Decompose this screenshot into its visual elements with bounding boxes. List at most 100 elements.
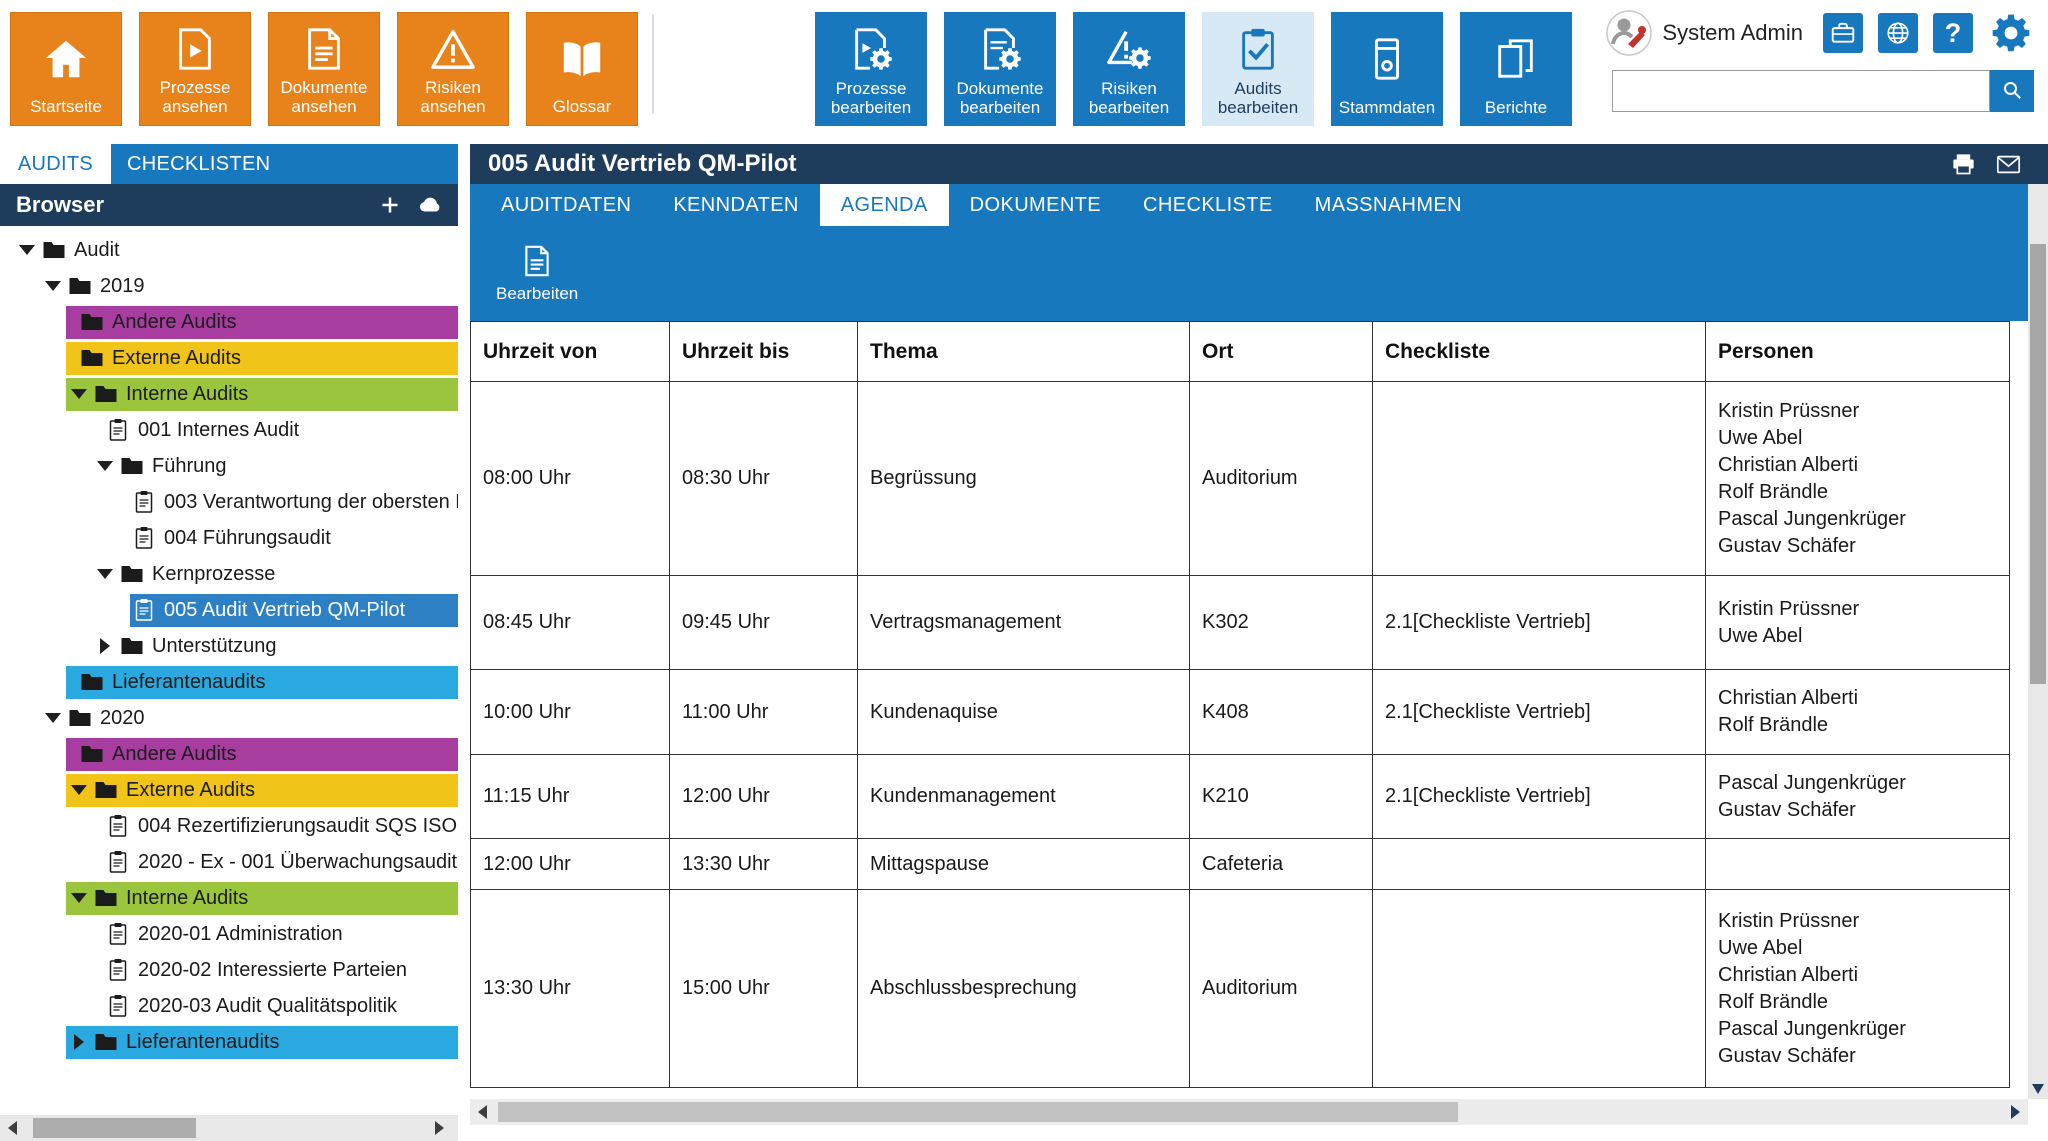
search-button[interactable] [1990,70,2034,112]
prozesse-bearbeiten-button[interactable]: Prozesse bearbeiten [815,12,927,126]
stammdaten-button[interactable]: Stammdaten [1331,12,1443,126]
tree-item-label: Externe Audits [126,779,255,802]
tree-item-label: 2020 [100,707,145,730]
person-name: Gustav Schäfer [1718,1043,1997,1070]
folder-icon [120,562,144,586]
expander-icon[interactable] [66,893,92,903]
tab-auditdaten[interactable]: AUDITDATEN [480,184,652,226]
tree-item[interactable]: Führung [0,448,458,484]
scroll-left-arrow[interactable] [8,1121,17,1135]
folder-icon [80,310,104,334]
expander-icon[interactable] [40,281,66,291]
tree-item[interactable]: 001 Internes Audit [0,412,458,448]
agenda-table: Uhrzeit vonUhrzeit bisThemaOrtCheckliste… [470,321,2010,1088]
tree-item[interactable]: 2020-01 Administration [0,916,458,952]
sidebar-hscrollbar[interactable] [0,1115,458,1141]
main-vscrollbar[interactable] [2028,184,2048,1099]
agenda-row[interactable]: 08:00 Uhr08:30 UhrBegrüssungAuditoriumKr… [471,382,2010,576]
agenda-row[interactable]: 10:00 Uhr11:00 UhrKundenaquiseK4082.1[Ch… [471,670,2010,755]
expander-icon[interactable] [14,245,40,255]
tree-item[interactable]: 005 Audit Vertrieb QM-Pilot [0,592,458,628]
tab-audits[interactable]: AUDITS [0,144,111,184]
person-name: Uwe Abel [1718,425,1997,452]
agenda-row[interactable]: 12:00 Uhr13:30 UhrMittagspauseCafeteria [471,839,2010,890]
tab-dokumente[interactable]: DOKUMENTE [949,184,1122,226]
person-name: Rolf Brändle [1718,712,1997,739]
folder-icon [94,1030,118,1054]
tree-item[interactable]: 004 Führungsaudit [0,520,458,556]
expander-icon[interactable] [92,461,118,471]
tree-item[interactable]: 2020-02 Interessierte Parteien [0,952,458,988]
person-name: Pascal Jungenkrüger [1718,1016,1997,1043]
tree-item-label: 003 Verantwortung der obersten L [164,491,458,514]
expander-icon[interactable] [92,638,118,654]
dokumente-bearbeiten-button[interactable]: Dokumente bearbeiten [944,12,1056,126]
tab-agenda[interactable]: AGENDA [820,184,949,226]
expander-icon[interactable] [40,713,66,723]
glossar-button[interactable]: Glossar [526,12,638,126]
main-hscrollbar[interactable] [470,1099,2028,1125]
tree-item[interactable]: Interne Audits [0,880,458,916]
tree-item-label: Lieferantenaudits [126,1031,279,1054]
globe-button[interactable] [1878,13,1918,53]
tree-item[interactable]: Andere Audits [0,304,458,340]
risiken-ansehen-button[interactable]: Risiken ansehen [397,12,509,126]
tab-checkliste[interactable]: CHECKLISTE [1122,184,1294,226]
tree-item[interactable]: 2020 [0,700,458,736]
tree-item[interactable]: 2019 [0,268,458,304]
user-avatar[interactable] [1606,10,1652,56]
tree-item[interactable]: Lieferantenaudits [0,664,458,700]
cloud-button[interactable] [418,193,442,217]
tree-item[interactable]: 003 Verantwortung der obersten L [0,484,458,520]
expander-icon[interactable] [66,1034,92,1050]
cell-bis: 15:00 Uhr [670,890,858,1088]
berichte-button[interactable]: Berichte [1460,12,1572,126]
agenda-row[interactable]: 13:30 Uhr15:00 UhrAbschlussbesprechungAu… [471,890,2010,1088]
tree-item[interactable]: Lieferantenaudits [0,1024,458,1060]
agenda-row[interactable]: 08:45 Uhr09:45 UhrVertragsmanagementK302… [471,576,2010,670]
tree-item[interactable]: Externe Audits [0,340,458,376]
tree-item[interactable]: 004 Rezertifizierungsaudit SQS ISO 9 [0,808,458,844]
risiken-bearbeiten-button[interactable]: Risiken bearbeiten [1073,12,1185,126]
scroll-down-arrow[interactable] [2032,1084,2044,1094]
expander-icon[interactable] [66,785,92,795]
briefcase-button[interactable] [1823,13,1863,53]
dokumente-ansehen-button[interactable]: Dokumente ansehen [268,12,380,126]
person-name: Kristin Prüssner [1718,398,1997,425]
print-button[interactable] [1950,151,1977,178]
tree-item-label: Andere Audits [112,311,237,334]
search-input[interactable] [1612,70,1990,112]
tree-item-label: Externe Audits [112,347,241,370]
tab-kenndaten[interactable]: KENNDATEN [652,184,819,226]
tree-item[interactable]: Interne Audits [0,376,458,412]
help-button[interactable]: ? [1933,13,1973,53]
bearbeiten-button[interactable]: Bearbeiten [496,244,578,304]
cell-bis: 12:00 Uhr [670,755,858,839]
expander-icon[interactable] [92,569,118,579]
scroll-thumb[interactable] [33,1118,196,1138]
expander-icon[interactable] [66,389,92,399]
mail-button[interactable] [1995,151,2022,178]
person-name: Christian Alberti [1718,962,1997,989]
settings-button[interactable] [1988,10,2034,56]
scroll-thumb[interactable] [498,1102,1458,1122]
scroll-right-arrow[interactable] [2011,1105,2020,1119]
cell-thema: Kundenmanagement [858,755,1190,839]
tree-item[interactable]: Externe Audits [0,772,458,808]
tab-checklisten[interactable]: CHECKLISTEN [111,144,458,184]
tree-item[interactable]: Andere Audits [0,736,458,772]
tree-item[interactable]: Kernprozesse [0,556,458,592]
prozesse-ansehen-button[interactable]: Prozesse ansehen [139,12,251,126]
scroll-right-arrow[interactable] [435,1121,444,1135]
audits-bearbeiten-button[interactable]: Audits bearbeiten [1202,12,1314,126]
tab-massnahmen[interactable]: MASSNAHMEN [1294,184,1483,226]
add-button[interactable] [378,193,402,217]
tree-item[interactable]: Unterstützung [0,628,458,664]
tree-item[interactable]: 2020 - Ex - 001 Überwachungsaudit I [0,844,458,880]
agenda-row[interactable]: 11:15 Uhr12:00 UhrKundenmanagementK2102.… [471,755,2010,839]
scroll-thumb[interactable] [2030,244,2046,684]
tree-item[interactable]: Audit [0,232,458,268]
scroll-left-arrow[interactable] [478,1105,487,1119]
tree-item[interactable]: 2020-03 Audit Qualitätspolitik [0,988,458,1024]
startseite-button[interactable]: Startseite [10,12,122,126]
